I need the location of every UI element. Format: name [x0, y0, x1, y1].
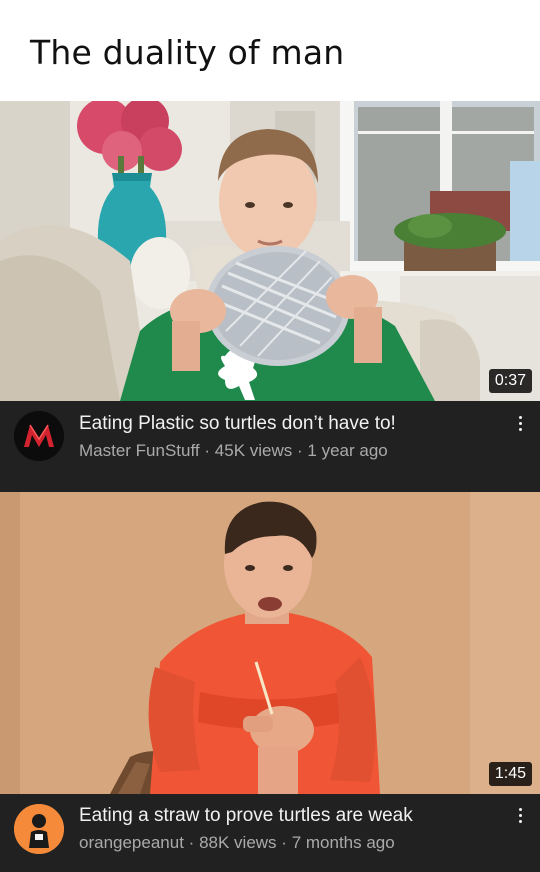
- video-thumbnail[interactable]: 1:45: [0, 492, 540, 794]
- video-duration: 1:45: [488, 762, 532, 786]
- video-thumbnail[interactable]: 0:37: [0, 101, 540, 401]
- video-duration: 0:37: [488, 369, 532, 393]
- thumbnail-image: [0, 101, 540, 401]
- video-meta: orangepeanut · 88K views · 7 months ago: [79, 833, 395, 853]
- video-info-row[interactable]: Eating Plastic so turtles don’t have to!…: [0, 401, 540, 492]
- channel-name[interactable]: orangepeanut: [79, 833, 184, 852]
- meta-separator: ·: [204, 441, 211, 460]
- video-info-row[interactable]: Eating a straw to prove turtles are weak…: [0, 794, 540, 872]
- meta-separator: ·: [188, 833, 195, 852]
- channel-name[interactable]: Master FunStuff: [79, 441, 200, 460]
- meme-caption-area: The duality of man: [0, 0, 540, 101]
- meta-separator: ·: [297, 441, 303, 460]
- channel-avatar[interactable]: [14, 804, 64, 854]
- meme-caption: The duality of man: [30, 33, 345, 72]
- view-count: 45K views: [214, 441, 293, 460]
- upload-age: 1 year ago: [307, 441, 388, 460]
- thumbnail-image: [0, 492, 540, 794]
- more-options-icon[interactable]: [508, 409, 532, 437]
- more-options-icon[interactable]: [508, 801, 532, 829]
- channel-avatar[interactable]: [14, 411, 64, 461]
- view-count: 88K views: [199, 833, 277, 852]
- video-title[interactable]: Eating a straw to prove turtles are weak: [79, 805, 413, 827]
- meta-separator: ·: [281, 833, 287, 852]
- channel-logo-icon: [14, 411, 64, 461]
- upload-age: 7 months ago: [291, 833, 395, 852]
- video-meta: Master FunStuff · 45K views · 1 year ago: [79, 441, 388, 461]
- channel-avatar-person-icon: [14, 804, 64, 854]
- video-title[interactable]: Eating Plastic so turtles don’t have to!: [79, 413, 396, 435]
